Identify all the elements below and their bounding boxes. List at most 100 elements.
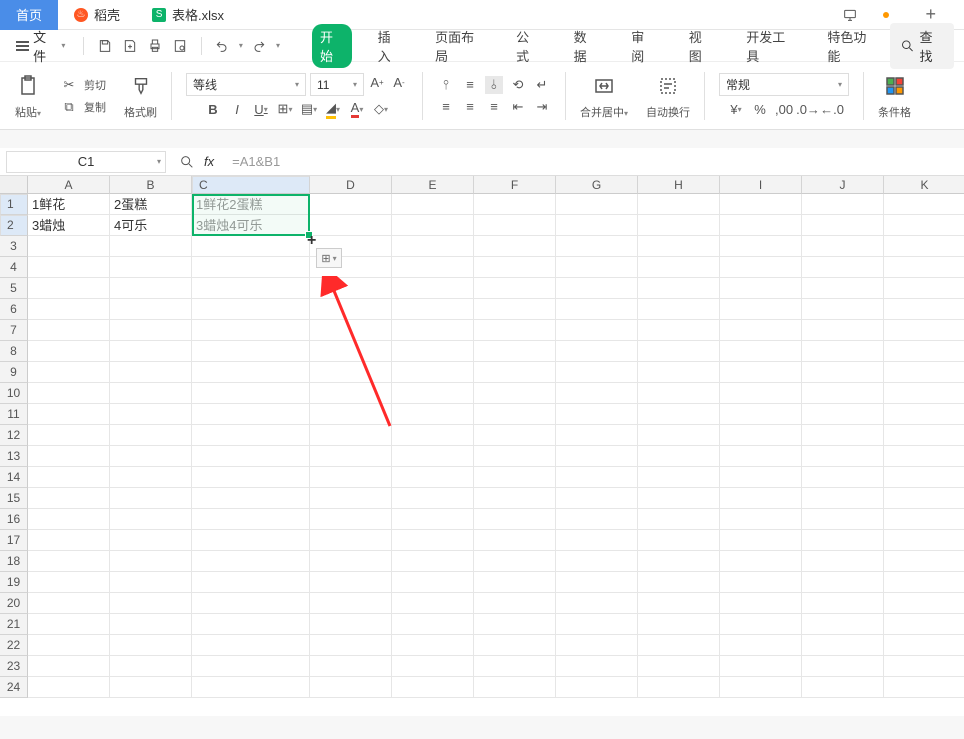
cell-D20[interactable]	[310, 593, 392, 614]
cell-E2[interactable]	[392, 215, 474, 236]
fill-color-button[interactable]: ◢▾	[324, 100, 342, 118]
cell-J5[interactable]	[802, 278, 884, 299]
cell-D19[interactable]	[310, 572, 392, 593]
cell-F1[interactable]	[474, 194, 556, 215]
cell-E13[interactable]	[392, 446, 474, 467]
cell-C12[interactable]	[192, 425, 310, 446]
cell-J24[interactable]	[802, 677, 884, 698]
row-header-10[interactable]: 10	[0, 383, 28, 404]
cell-G24[interactable]	[556, 677, 638, 698]
cell-J17[interactable]	[802, 530, 884, 551]
col-header-F[interactable]: F	[474, 176, 556, 194]
cell-K22[interactable]	[884, 635, 964, 656]
font-color-button[interactable]: A▾	[348, 100, 366, 118]
select-all-corner[interactable]	[0, 176, 28, 194]
cell-H18[interactable]	[638, 551, 720, 572]
cell-B4[interactable]	[110, 257, 192, 278]
cell-G19[interactable]	[556, 572, 638, 593]
spreadsheet-grid[interactable]: ABCDEFGHIJK 1234567891011121314151617181…	[0, 176, 964, 716]
cell-F3[interactable]	[474, 236, 556, 257]
cell-F14[interactable]	[474, 467, 556, 488]
cell-B19[interactable]	[110, 572, 192, 593]
cell-J1[interactable]	[802, 194, 884, 215]
ribbon-tab-special[interactable]: 特色功能	[819, 24, 882, 68]
cell-I7[interactable]	[720, 320, 802, 341]
cell-K8[interactable]	[884, 341, 964, 362]
ribbon-tab-start[interactable]: 开始	[312, 24, 352, 68]
cell-A20[interactable]	[28, 593, 110, 614]
cell-C1[interactable]: 1鲜花2蛋糕	[192, 194, 310, 215]
save-as-icon[interactable]	[122, 37, 139, 55]
cell-G14[interactable]	[556, 467, 638, 488]
cell-K6[interactable]	[884, 299, 964, 320]
col-header-B[interactable]: B	[110, 176, 192, 194]
screen-icon[interactable]	[841, 6, 859, 24]
row-header-19[interactable]: 19	[0, 572, 28, 593]
cell-F6[interactable]	[474, 299, 556, 320]
align-right-icon[interactable]: ≡	[485, 98, 503, 116]
cell-K7[interactable]	[884, 320, 964, 341]
row-header-14[interactable]: 14	[0, 467, 28, 488]
cell-E1[interactable]	[392, 194, 474, 215]
borders-button[interactable]: ⊞▾	[276, 100, 294, 118]
percent-icon[interactable]: %	[751, 100, 769, 118]
cell-A24[interactable]	[28, 677, 110, 698]
cell-F5[interactable]	[474, 278, 556, 299]
col-header-I[interactable]: I	[720, 176, 802, 194]
cell-J9[interactable]	[802, 362, 884, 383]
cells-area[interactable]: 1鲜花2蛋糕1鲜花2蛋糕3蜡烛4可乐3蜡烛4可乐	[28, 194, 964, 698]
cell-K1[interactable]	[884, 194, 964, 215]
cell-J21[interactable]	[802, 614, 884, 635]
cell-G18[interactable]	[556, 551, 638, 572]
row-header-11[interactable]: 11	[0, 404, 28, 425]
cell-I6[interactable]	[720, 299, 802, 320]
cell-C7[interactable]	[192, 320, 310, 341]
row-header-7[interactable]: 7	[0, 320, 28, 341]
row-header-4[interactable]: 4	[0, 257, 28, 278]
cell-D10[interactable]	[310, 383, 392, 404]
cell-D18[interactable]	[310, 551, 392, 572]
copy-label[interactable]: 复制	[84, 99, 106, 115]
cell-F21[interactable]	[474, 614, 556, 635]
row-header-21[interactable]: 21	[0, 614, 28, 635]
cell-D9[interactable]	[310, 362, 392, 383]
cell-G1[interactable]	[556, 194, 638, 215]
cell-H17[interactable]	[638, 530, 720, 551]
col-header-H[interactable]: H	[638, 176, 720, 194]
cell-K4[interactable]	[884, 257, 964, 278]
cell-K11[interactable]	[884, 404, 964, 425]
row-header-12[interactable]: 12	[0, 425, 28, 446]
cell-C19[interactable]	[192, 572, 310, 593]
file-menu-button[interactable]: 文件 ▾	[10, 27, 71, 65]
cell-C6[interactable]	[192, 299, 310, 320]
cell-I16[interactable]	[720, 509, 802, 530]
cell-C11[interactable]	[192, 404, 310, 425]
search-button[interactable]: 查找	[890, 23, 954, 69]
cell-D6[interactable]	[310, 299, 392, 320]
cell-A17[interactable]	[28, 530, 110, 551]
cell-G11[interactable]	[556, 404, 638, 425]
cell-A1[interactable]: 1鲜花	[28, 194, 110, 215]
cell-F15[interactable]	[474, 488, 556, 509]
cell-K3[interactable]	[884, 236, 964, 257]
cell-G22[interactable]	[556, 635, 638, 656]
cell-A4[interactable]	[28, 257, 110, 278]
align-center-icon[interactable]: ≡	[461, 98, 479, 116]
cell-F17[interactable]	[474, 530, 556, 551]
cell-E3[interactable]	[392, 236, 474, 257]
cell-C18[interactable]	[192, 551, 310, 572]
cell-D24[interactable]	[310, 677, 392, 698]
ribbon-tab-review[interactable]: 审阅	[623, 24, 663, 68]
autofill-options-button[interactable]: ⊞▾	[316, 248, 342, 268]
cell-F9[interactable]	[474, 362, 556, 383]
redo-icon[interactable]	[251, 37, 268, 55]
cell-H9[interactable]	[638, 362, 720, 383]
row-header-2[interactable]: 2	[0, 215, 28, 236]
cell-G13[interactable]	[556, 446, 638, 467]
orientation-icon[interactable]: ⟲	[509, 76, 527, 94]
cell-C8[interactable]	[192, 341, 310, 362]
cell-A10[interactable]	[28, 383, 110, 404]
cell-H7[interactable]	[638, 320, 720, 341]
cell-H5[interactable]	[638, 278, 720, 299]
cell-K13[interactable]	[884, 446, 964, 467]
